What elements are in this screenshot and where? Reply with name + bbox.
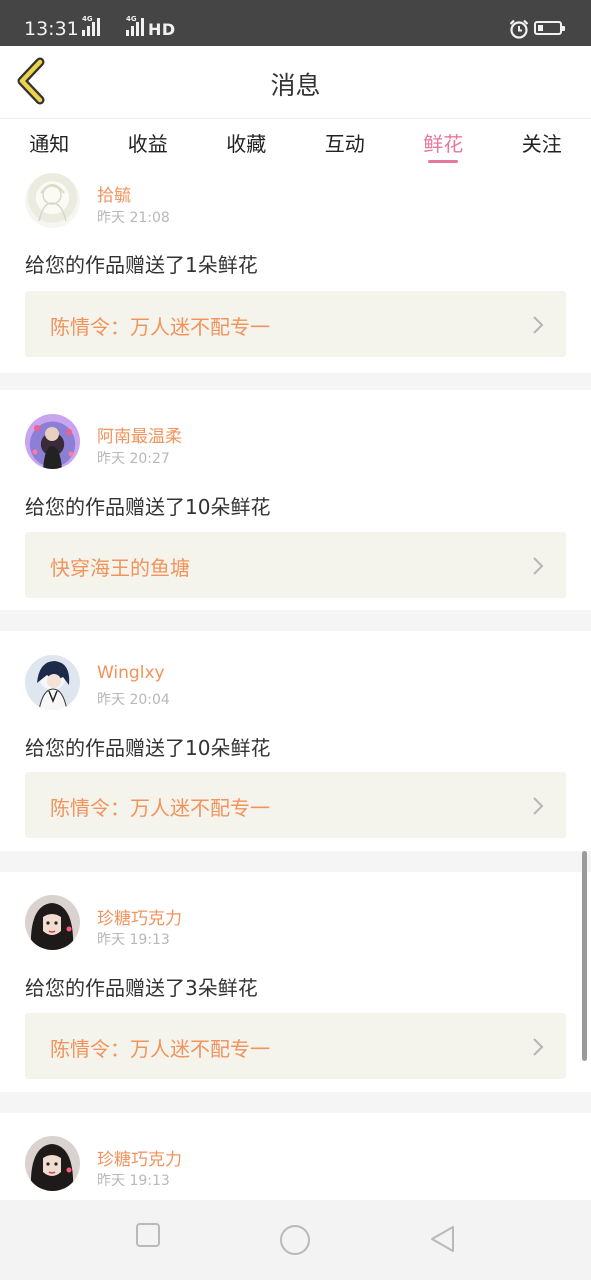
gift-message: 给您的作品赠送了1朵鲜花 bbox=[25, 253, 258, 277]
work-link[interactable]: 陈情令：万人迷不配专一 bbox=[25, 772, 566, 838]
avatar[interactable] bbox=[25, 655, 80, 710]
username[interactable]: 拾毓 bbox=[97, 181, 131, 206]
work-title: 快穿海王的鱼塘 bbox=[50, 556, 190, 580]
chevron-right-icon bbox=[533, 1038, 544, 1056]
circle-icon[interactable] bbox=[279, 1224, 311, 1256]
hd-label: HD bbox=[148, 20, 176, 39]
scrollbar[interactable] bbox=[582, 851, 587, 1061]
work-title: 陈情令：万人迷不配专一 bbox=[50, 796, 270, 820]
list-item: 拾毓 昨天 21:08 给您的作品赠送了1朵鲜花 陈情令：万人迷不配专一 bbox=[0, 169, 591, 373]
work-link[interactable]: 快穿海王的鱼塘 bbox=[25, 532, 566, 598]
tab-follows[interactable]: 关注 bbox=[493, 119, 591, 169]
triangle-back-icon[interactable] bbox=[428, 1224, 456, 1254]
network-type-label: 4G bbox=[126, 15, 137, 23]
system-nav-bar bbox=[0, 1200, 591, 1280]
alarm-clock-icon bbox=[509, 19, 529, 39]
gift-message: 给您的作品赠送了3朵鲜花 bbox=[25, 976, 258, 1000]
avatar[interactable] bbox=[25, 1136, 80, 1191]
work-title: 陈情令：万人迷不配专一 bbox=[50, 1037, 270, 1061]
work-title: 陈情令：万人迷不配专一 bbox=[50, 315, 270, 339]
avatar[interactable] bbox=[25, 414, 80, 469]
message-time: 昨天 19:13 bbox=[97, 932, 170, 948]
page-title: 消息 bbox=[270, 71, 321, 100]
chevron-right-icon bbox=[533, 557, 544, 575]
list-item: 珍糖巧克力 昨天 19:13 bbox=[0, 1113, 591, 1200]
work-link[interactable]: 陈情令：万人迷不配专一 bbox=[25, 291, 566, 357]
username[interactable]: Winglxy bbox=[97, 663, 165, 683]
avatar[interactable] bbox=[25, 895, 80, 950]
username[interactable]: 珍糖巧克力 bbox=[97, 904, 182, 929]
tab-notifications[interactable]: 通知 bbox=[0, 119, 99, 169]
message-time: 昨天 20:27 bbox=[97, 451, 170, 467]
message-time: 昨天 19:13 bbox=[97, 1173, 170, 1189]
app-header: 消息 bbox=[0, 46, 591, 119]
message-time: 昨天 21:08 bbox=[97, 210, 170, 226]
flower-message-list[interactable]: 拾毓 昨天 21:08 给您的作品赠送了1朵鲜花 陈情令：万人迷不配专一 阿南最… bbox=[0, 169, 591, 1200]
chevron-right-icon bbox=[533, 797, 544, 815]
tab-favorites[interactable]: 收藏 bbox=[197, 119, 296, 169]
tab-bar: 通知 收益 收藏 互动 鲜花 关注 bbox=[0, 119, 591, 169]
tab-earnings[interactable]: 收益 bbox=[99, 119, 198, 169]
signal-icon: 4G bbox=[82, 15, 100, 36]
status-bar: 13:31 4G 4G HD bbox=[0, 0, 591, 46]
network-type-label: 4G bbox=[82, 15, 93, 23]
list-item: 阿南最温柔 昨天 20:27 给您的作品赠送了10朵鲜花 快穿海王的鱼塘 bbox=[0, 390, 591, 610]
gift-message: 给您的作品赠送了10朵鲜花 bbox=[25, 736, 271, 760]
chevron-right-icon bbox=[533, 316, 544, 334]
message-time: 昨天 20:04 bbox=[97, 692, 170, 708]
square-icon[interactable] bbox=[135, 1222, 161, 1248]
signal-icon: 4G bbox=[126, 15, 144, 36]
signal-indicators: 4G 4G bbox=[82, 15, 144, 36]
tab-flowers[interactable]: 鲜花 bbox=[394, 119, 493, 169]
status-time: 13:31 bbox=[24, 18, 79, 40]
list-item: Winglxy 昨天 20:04 给您的作品赠送了10朵鲜花 陈情令：万人迷不配… bbox=[0, 631, 591, 851]
username[interactable]: 珍糖巧克力 bbox=[97, 1145, 182, 1170]
work-link[interactable]: 陈情令：万人迷不配专一 bbox=[25, 1013, 566, 1079]
battery-icon bbox=[534, 21, 565, 35]
avatar[interactable] bbox=[25, 173, 80, 228]
username[interactable]: 阿南最温柔 bbox=[97, 422, 182, 447]
list-item: 珍糖巧克力 昨天 19:13 给您的作品赠送了3朵鲜花 陈情令：万人迷不配专一 bbox=[0, 872, 591, 1092]
tab-interactions[interactable]: 互动 bbox=[296, 119, 395, 169]
gift-message: 给您的作品赠送了10朵鲜花 bbox=[25, 495, 271, 519]
